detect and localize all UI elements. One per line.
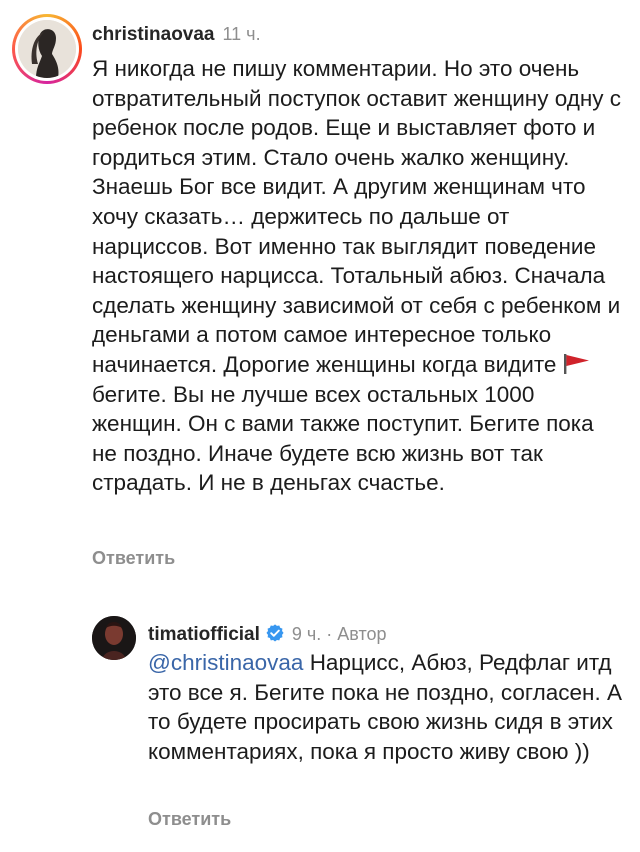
verified-badge-icon xyxy=(266,624,284,642)
timestamp: 9 ч. xyxy=(291,624,322,644)
separator-dot: · xyxy=(326,624,333,644)
comment-header: christinaovaa 11 ч. xyxy=(92,24,261,46)
comment-text: Я никогда не пишу комментарии. Но это оч… xyxy=(92,54,622,498)
comment-text: @christinaovaa Нарцисс, Абюз, Редфлаг ит… xyxy=(148,648,628,766)
timestamp: 11 ч. xyxy=(222,24,261,44)
reply-button[interactable]: Ответить xyxy=(92,548,175,569)
author-label: Автор xyxy=(337,624,387,644)
comment-text-part1: Я никогда не пишу комментарии. Но это оч… xyxy=(92,56,622,377)
avatar-portrait-icon xyxy=(92,616,136,660)
avatar xyxy=(18,20,76,78)
username[interactable]: timatiofficial xyxy=(148,624,260,646)
reply-button[interactable]: Ответить xyxy=(148,809,231,830)
avatar-story-ring[interactable] xyxy=(12,14,82,84)
mention-link[interactable]: @christinaovaa xyxy=(148,650,303,675)
comment-text-part2: бегите. Вы не лучше всех остальных 1000 … xyxy=(92,381,594,496)
username[interactable]: christinaovaa xyxy=(92,24,215,46)
avatar[interactable] xyxy=(92,616,136,660)
avatar-silhouette-icon xyxy=(18,20,76,78)
red-flag-icon xyxy=(564,353,590,374)
comment-header: timatiofficial 9 ч. · Автор xyxy=(148,622,387,646)
